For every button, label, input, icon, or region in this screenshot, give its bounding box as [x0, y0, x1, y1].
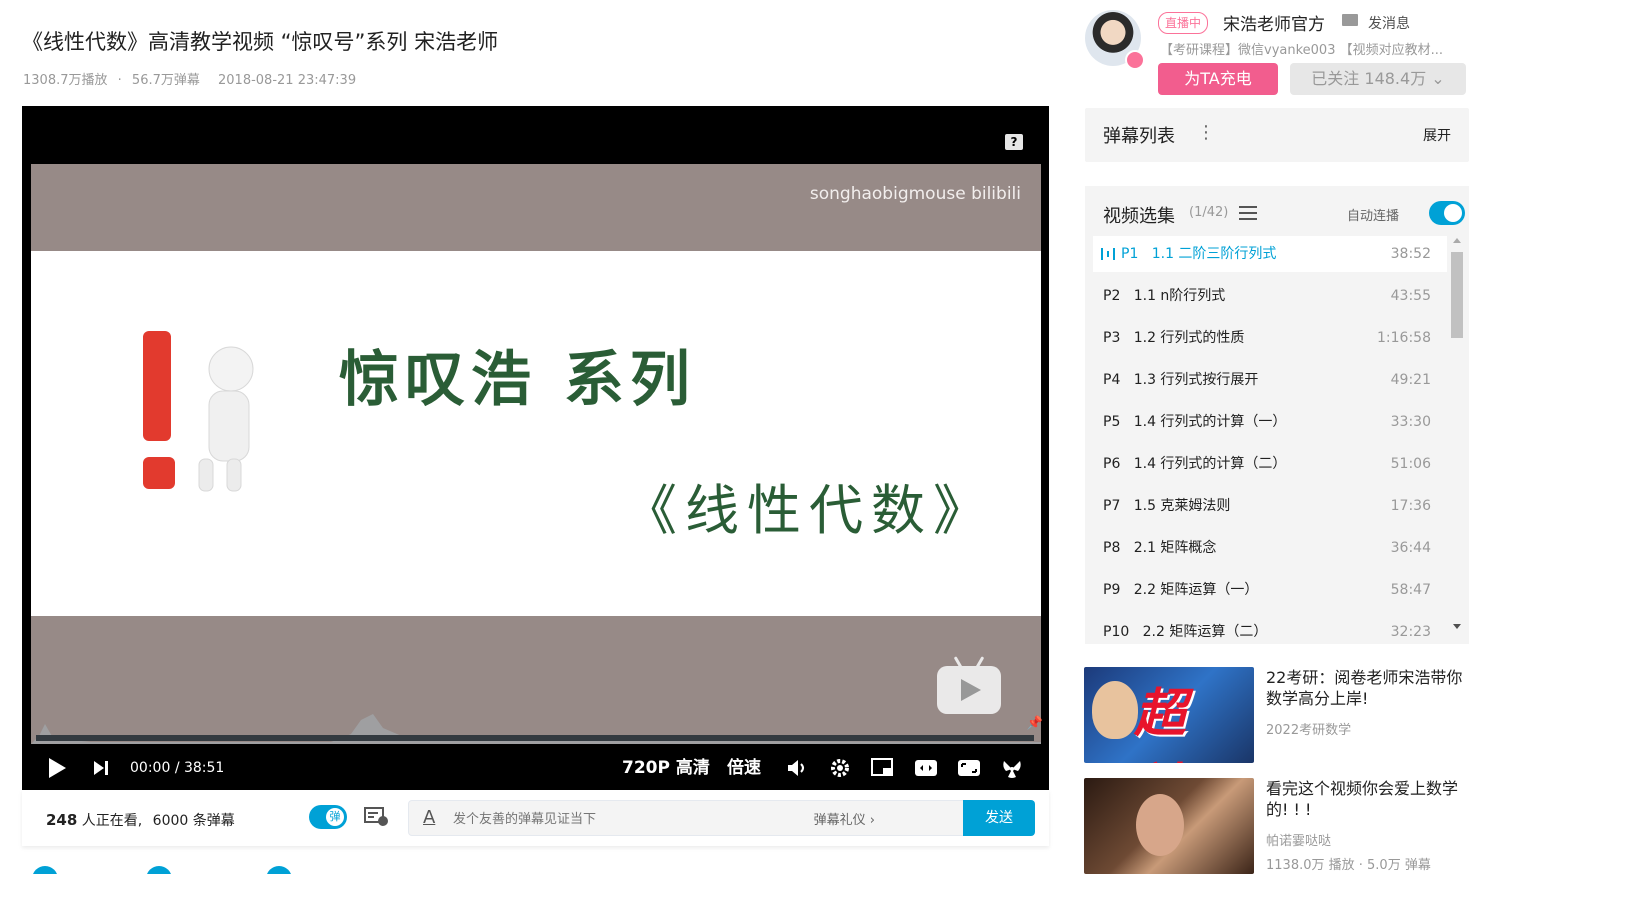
video-watermark: songhaobigmouse bilibili: [809, 184, 1021, 204]
danmaku-list-label: 弹幕列表: [1103, 126, 1175, 147]
slide-subtitle: 《线性代数》: [623, 479, 995, 542]
volume-icon[interactable]: [785, 746, 809, 790]
danmaku-send-bar: 248 人正在看, 6000 条弹幕 弹 A 弹幕礼仪 › 发送: [22, 790, 1049, 846]
video-player[interactable]: ? songhaobigmouse bilibili 惊叹浩 系列 《线性代数》…: [22, 106, 1049, 790]
more-menu-icon[interactable]: ⋮: [1197, 122, 1215, 143]
playlist-scrollbar[interactable]: [1449, 238, 1467, 638]
duration: 38:51: [183, 760, 225, 776]
slide-title: 惊叹浩 系列: [339, 345, 696, 415]
episode-item[interactable]: P5 1.4 行列式的计算（一） 33:30: [1093, 404, 1447, 440]
quality-button[interactable]: 720P 高清: [622, 746, 710, 790]
list-view-icon[interactable]: [1239, 206, 1257, 220]
slide-area: 惊叹浩 系列 《线性代数》: [31, 251, 1041, 616]
follow-button[interactable]: 已关注 148.4万 ⌄: [1290, 63, 1466, 95]
live-badge[interactable]: 直播中: [1158, 12, 1209, 34]
recommended-author[interactable]: 帕诺霎哒哒: [1266, 830, 1331, 849]
recommended-title[interactable]: 看完这个视频你会爱上数学的! ! !: [1266, 778, 1466, 820]
uploader-name[interactable]: 宋浩老师官方: [1223, 10, 1325, 35]
video-thumbnail[interactable]: 超神!: [1084, 667, 1254, 763]
exclamation-figure-icon: [143, 331, 254, 492]
recommended-author[interactable]: 2022考研数学: [1266, 719, 1351, 738]
danmaku-list-panel[interactable]: 弹幕列表 ⋮ 展开: [1085, 108, 1469, 162]
danmaku-toggle-label: 弹: [326, 808, 344, 826]
scroll-up-arrow-icon[interactable]: [1453, 238, 1461, 243]
charge-button[interactable]: 为TA充电: [1158, 63, 1278, 95]
danmaku-toggle[interactable]: 弹: [309, 805, 347, 829]
current-time: 00:00: [130, 760, 171, 776]
video-thumbnail[interactable]: [1084, 778, 1254, 874]
thumbnail-text: 超神!: [1134, 683, 1209, 763]
font-style-icon[interactable]: A: [423, 807, 435, 828]
danmaku-input-wrap: A 弹幕礼仪 ›: [408, 800, 964, 836]
episode-item[interactable]: P1 1.1 二阶三阶行列式 38:52: [1093, 236, 1447, 272]
time-display: 00:00 / 38:51: [130, 760, 225, 776]
publish-date: 2018-08-21 23:47:39: [218, 73, 357, 88]
fullscreen-icon[interactable]: [1000, 746, 1024, 790]
player-controls: 00:00 / 38:51 720P 高清 倍速: [22, 746, 1049, 790]
video-title: 《线性代数》高清教学视频 “惊叹号”系列 宋浩老师: [22, 30, 499, 54]
episode-item[interactable]: P4 1.3 行列式按行展开 49:21: [1093, 362, 1447, 398]
episode-item[interactable]: P9 2.2 矩阵运算（一） 58:47: [1093, 572, 1447, 608]
favorite-icon[interactable]: [266, 866, 292, 874]
danmaku-etiquette-link[interactable]: 弹幕礼仪 ›: [814, 809, 875, 828]
send-button[interactable]: 发送: [963, 800, 1035, 836]
video-frame[interactable]: songhaobigmouse bilibili 惊叹浩 系列 《线性代数》: [31, 164, 1041, 744]
like-icon[interactable]: [32, 866, 58, 874]
episode-item[interactable]: P2 1.1 n阶行列式 43:55: [1093, 278, 1447, 314]
viewer-count: 248: [46, 811, 78, 829]
playlist-count: (1/42): [1189, 205, 1229, 220]
episode-item[interactable]: P10 2.2 矩阵运算（二） 32:23: [1093, 614, 1447, 644]
playlist-panel: 视频选集 (1/42) 自动连播 P1 1.1 二阶三阶行列式 38:52 P2…: [1085, 186, 1469, 644]
settings-gear-icon[interactable]: [828, 746, 852, 790]
recommended-title[interactable]: 22考研：阅卷老师宋浩带你数学高分上岸!: [1266, 667, 1466, 709]
danmaku-settings-icon[interactable]: [364, 806, 390, 828]
episode-item[interactable]: P8 2.1 矩阵概念 36:44: [1093, 530, 1447, 566]
bottom-toolbar-partial: [22, 862, 1049, 874]
episode-item[interactable]: P3 1.2 行列式的性质 1:16:58: [1093, 320, 1447, 356]
playing-icon: [1101, 248, 1115, 260]
viewer-info: 248 人正在看, 6000 条弹幕: [46, 811, 235, 829]
episode-item[interactable]: P7 1.5 克莱姆法则 17:36: [1093, 488, 1447, 524]
verified-badge-icon: [1125, 50, 1145, 70]
web-fullscreen-icon[interactable]: [957, 746, 981, 790]
episode-item[interactable]: P6 1.4 行列式的计算（二） 51:06: [1093, 446, 1447, 482]
picture-in-picture-icon[interactable]: [871, 746, 895, 790]
pin-icon[interactable]: 📌: [1027, 716, 1043, 731]
playlist-title: 视频选集: [1103, 206, 1175, 227]
danmaku-count: 56.7万弹幕: [131, 73, 200, 88]
autoplay-toggle[interactable]: [1429, 201, 1465, 225]
play-count: 1308.7万播放: [23, 73, 108, 88]
widescreen-icon[interactable]: [914, 746, 938, 790]
help-icon[interactable]: ?: [1005, 134, 1023, 150]
next-icon[interactable]: [90, 746, 112, 790]
message-icon[interactable]: [1342, 14, 1358, 26]
speed-button[interactable]: 倍速: [727, 746, 761, 790]
play-icon[interactable]: [44, 746, 70, 790]
recommended-stats: 1138.0万 播放 · 5.0万 弹幕: [1266, 858, 1431, 873]
expand-button[interactable]: 展开: [1423, 125, 1451, 145]
recommended-video[interactable]: 看完这个视频你会爱上数学的! ! ! 帕诺霎哒哒 1138.0万 播放 · 5.…: [1084, 778, 1474, 876]
video-meta: 1308.7万播放 · 56.7万弹幕 2018-08-21 23:47:39: [23, 73, 357, 88]
scroll-thumb[interactable]: [1451, 252, 1463, 338]
coin-icon[interactable]: [146, 866, 172, 874]
uploader-description: 【考研课程】微信vyanke003 【视频对应教材...: [1160, 43, 1443, 58]
progress-bar[interactable]: [36, 735, 1034, 741]
autoplay-label: 自动连播: [1347, 209, 1400, 224]
scroll-down-arrow-icon[interactable]: [1453, 624, 1461, 629]
danmaku-total: 6000 条弹幕: [152, 813, 235, 829]
danmaku-input[interactable]: [451, 807, 855, 831]
recommended-video[interactable]: 超神! 22考研：阅卷老师宋浩带你数学高分上岸! 2022考研数学: [1084, 667, 1474, 765]
send-message-link[interactable]: 发消息: [1368, 13, 1410, 33]
